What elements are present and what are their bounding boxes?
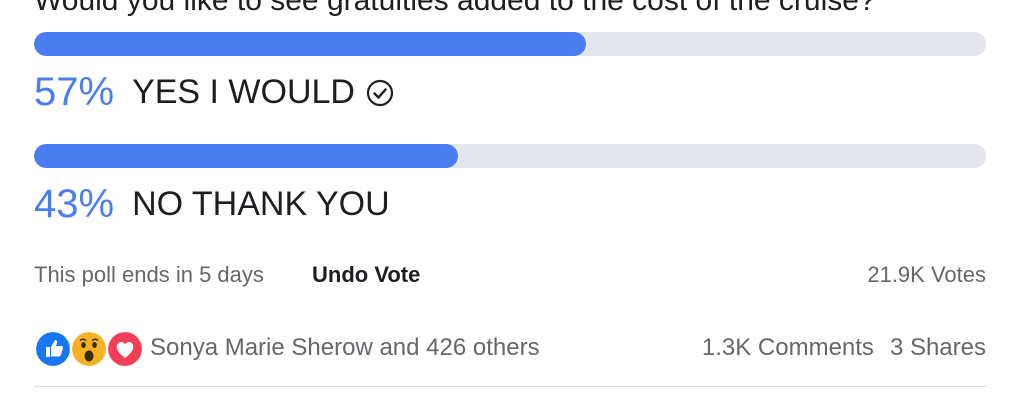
- poll-ends-text: This poll ends in 5 days: [34, 262, 264, 287]
- poll-question: Would you like to see gratuities added t…: [34, 0, 876, 17]
- engagement-stats: 1.3K Comments 3 Shares: [702, 334, 986, 362]
- poll-option-percent: 57%: [34, 70, 115, 114]
- poll-meta: This poll ends in 5 days Undo Vote 21.9K…: [34, 258, 986, 290]
- reactions-summary[interactable]: [34, 330, 144, 368]
- poll-option-fill-no: [34, 144, 458, 168]
- post-social-summary: Sonya Marie Sherow and 426 others 1.3K C…: [34, 328, 986, 368]
- shares-count-link[interactable]: 3 Shares: [890, 334, 986, 361]
- poll-option-percent: 43%: [34, 182, 115, 226]
- reactors-text[interactable]: Sonya Marie Sherow and 426 others: [150, 334, 540, 362]
- poll-option-yes[interactable]: 57% YES I WOULD: [34, 70, 395, 115]
- poll-option-label: NO THANK YOU: [132, 185, 390, 223]
- poll-option-bar-no[interactable]: [34, 144, 986, 168]
- wow-icon: [70, 330, 108, 368]
- poll-option-label: YES I WOULD: [132, 73, 355, 111]
- check-circle-icon: [366, 79, 394, 106]
- divider: [34, 386, 986, 387]
- poll-option-bar-yes[interactable]: [34, 32, 986, 56]
- comments-count-link[interactable]: 1.3K Comments: [702, 334, 874, 361]
- vote-count: 21.9K Votes: [867, 262, 986, 287]
- poll-option-fill-yes: [34, 32, 587, 56]
- poll-option-no[interactable]: 43% NO THANK YOU: [34, 182, 390, 227]
- undo-vote-button[interactable]: Undo Vote: [312, 262, 420, 288]
- like-icon: [34, 330, 72, 368]
- love-icon: [106, 330, 144, 368]
